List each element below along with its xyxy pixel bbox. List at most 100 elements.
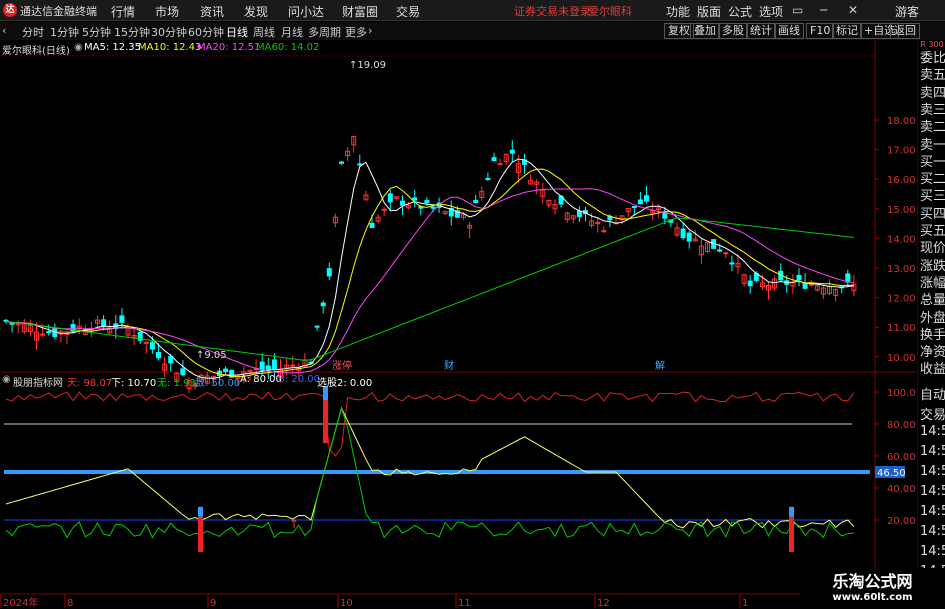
quote-field-17: 净资 [920, 345, 945, 361]
price-tick-label: 11.00 [887, 323, 916, 334]
quote-field-10: 买五 [920, 224, 945, 239]
quote-field-7: 买二 [920, 172, 945, 188]
trade-field-2: 14:56 [920, 424, 945, 439]
candle-body [40, 333, 46, 336]
indicator-value-b: B: 20.00 [278, 374, 321, 385]
quote-field-15: 外盘 [920, 310, 945, 326]
event-marker: 解 [655, 359, 665, 372]
trade-field-3: 14:56 [920, 444, 945, 459]
quote-field-6: 买一 [920, 154, 945, 170]
watermark-title: 乐淘公式网 [832, 572, 913, 591]
kline-chart[interactable]: 18.00 17.00 16.00 15.00 14.00 13.00 12.00 11.00… [0, 0, 917, 609]
indicator-tick-label: 20.00 [887, 516, 916, 527]
candle-body [637, 199, 643, 205]
x-tick-label: 10 [340, 598, 353, 609]
ma20-label: MA20: 12.51 [197, 42, 261, 53]
candle-body [686, 232, 692, 242]
candle-body [802, 282, 808, 289]
price-tick-label: 15.00 [887, 205, 916, 216]
quote-field-3: 卖三 [920, 102, 945, 118]
indicator-tick-label: 100.0 [887, 388, 916, 399]
price-tick-label: 12.00 [887, 294, 916, 305]
quote-field-4: 卖二 [920, 120, 945, 136]
candle-body [265, 365, 271, 371]
high-price-label: ↑19.09 [349, 60, 386, 71]
trade-field-6: 14:56 [920, 504, 945, 519]
quote-field-12: 涨跌 [920, 258, 945, 274]
candle-body [491, 157, 497, 162]
trade-field-1: 交易 [920, 408, 945, 423]
candle-body [796, 274, 802, 281]
watermark: 乐淘公式网 www.60lt.com [800, 568, 945, 609]
candle-body [424, 200, 430, 204]
indicator-tick-label: 40.00 [887, 484, 916, 495]
candle-body [680, 228, 686, 239]
candle-body [723, 252, 729, 255]
stock-period-label: 爱尔眼科(日线) [2, 46, 70, 57]
buy-signal-cap [198, 506, 203, 517]
candle-body [223, 368, 229, 373]
quote-field-0: 委比 [920, 51, 945, 66]
candle-body [412, 197, 418, 201]
candle-body [400, 200, 405, 206]
event-marker: 财 [444, 359, 454, 372]
candle-body [320, 302, 326, 307]
chart-background [0, 40, 917, 609]
trade-field-8: 14:56 [920, 544, 945, 559]
x-tick-label: 1 [742, 598, 748, 609]
indicator-value-select: 选股2: 0.00 [317, 378, 373, 389]
candle-body [473, 200, 479, 204]
price-tick-label: 18.00 [887, 116, 916, 127]
candle-body [381, 208, 387, 211]
candle-body [326, 268, 332, 277]
app-window: 达 通达信金融终端 行情 市场 资讯 发现 问小达 财富圈 交易 证券交易未登录… [0, 0, 945, 609]
x-tick-label: 12 [597, 598, 610, 609]
indicator-name[interactable]: 股朋指标网 [13, 374, 63, 389]
event-marker: 涨停 [332, 359, 352, 372]
candle-body [485, 178, 491, 181]
candle-body [601, 230, 607, 233]
ma60-label: MA60: 14.02 [256, 42, 320, 53]
quote-field-5: 卖一 [920, 137, 945, 153]
current-value-label: 46.50 [877, 468, 906, 479]
ma5-label: MA5: 12.35 [84, 42, 142, 53]
trade-field-0: 自动 [920, 388, 945, 403]
indicator-value-tian: 天: 98.07 [67, 378, 113, 389]
legend-toggle-icon[interactable]: ◉ [74, 42, 83, 53]
candle-body [290, 364, 296, 367]
candle-body [845, 273, 851, 283]
up-arrow-icon: ↑ [289, 517, 299, 531]
candle-body [576, 210, 582, 218]
quote-side-panel: R 300 委比 卖五 卖四 卖三 卖二 卖一 买一 买二 买三 买四 买五 现价 涨跌 涨幅 总量 外盘 换手… [917, 40, 945, 609]
indicator-value-wu: 无: 1.93 [157, 378, 196, 389]
x-tick-label: 8 [67, 598, 73, 609]
candle-body [156, 352, 161, 359]
buy-signal-cap [789, 506, 794, 517]
price-tick-label: 10.00 [887, 353, 916, 364]
indicator-value-xia: 下: 10.70 [111, 378, 157, 389]
x-tick-label: 2024年 [3, 596, 38, 609]
buy-signal-bar [789, 516, 794, 552]
watermark-url: www.60lt.com [800, 592, 945, 603]
candle-body [509, 149, 515, 154]
ma10-label: MA10: 12.43 [138, 42, 202, 53]
candle-body [747, 280, 753, 287]
sell-signal-bar [323, 400, 328, 444]
low-price-label: ↑9.05 [196, 350, 227, 361]
buy-signal-bar [198, 516, 203, 552]
candle-body [9, 322, 15, 325]
candle-body [271, 359, 277, 370]
candle-body [497, 163, 503, 166]
candle-body [339, 161, 344, 164]
indicator-toggle-icon[interactable]: ◉ [2, 374, 11, 385]
candle-body [387, 193, 393, 203]
candle-body [729, 262, 735, 265]
price-tick-label: 13.00 [887, 264, 916, 275]
quote-field-9: 买四 [920, 206, 945, 222]
quote-field-1: 卖五 [920, 68, 945, 84]
quote-field-16: 换手 [920, 327, 945, 343]
indicator-value-di: 敌: 50.00 [195, 378, 241, 389]
quote-field-11: 现价 [920, 241, 945, 257]
candle-body [717, 249, 723, 252]
candle-body [314, 325, 320, 328]
